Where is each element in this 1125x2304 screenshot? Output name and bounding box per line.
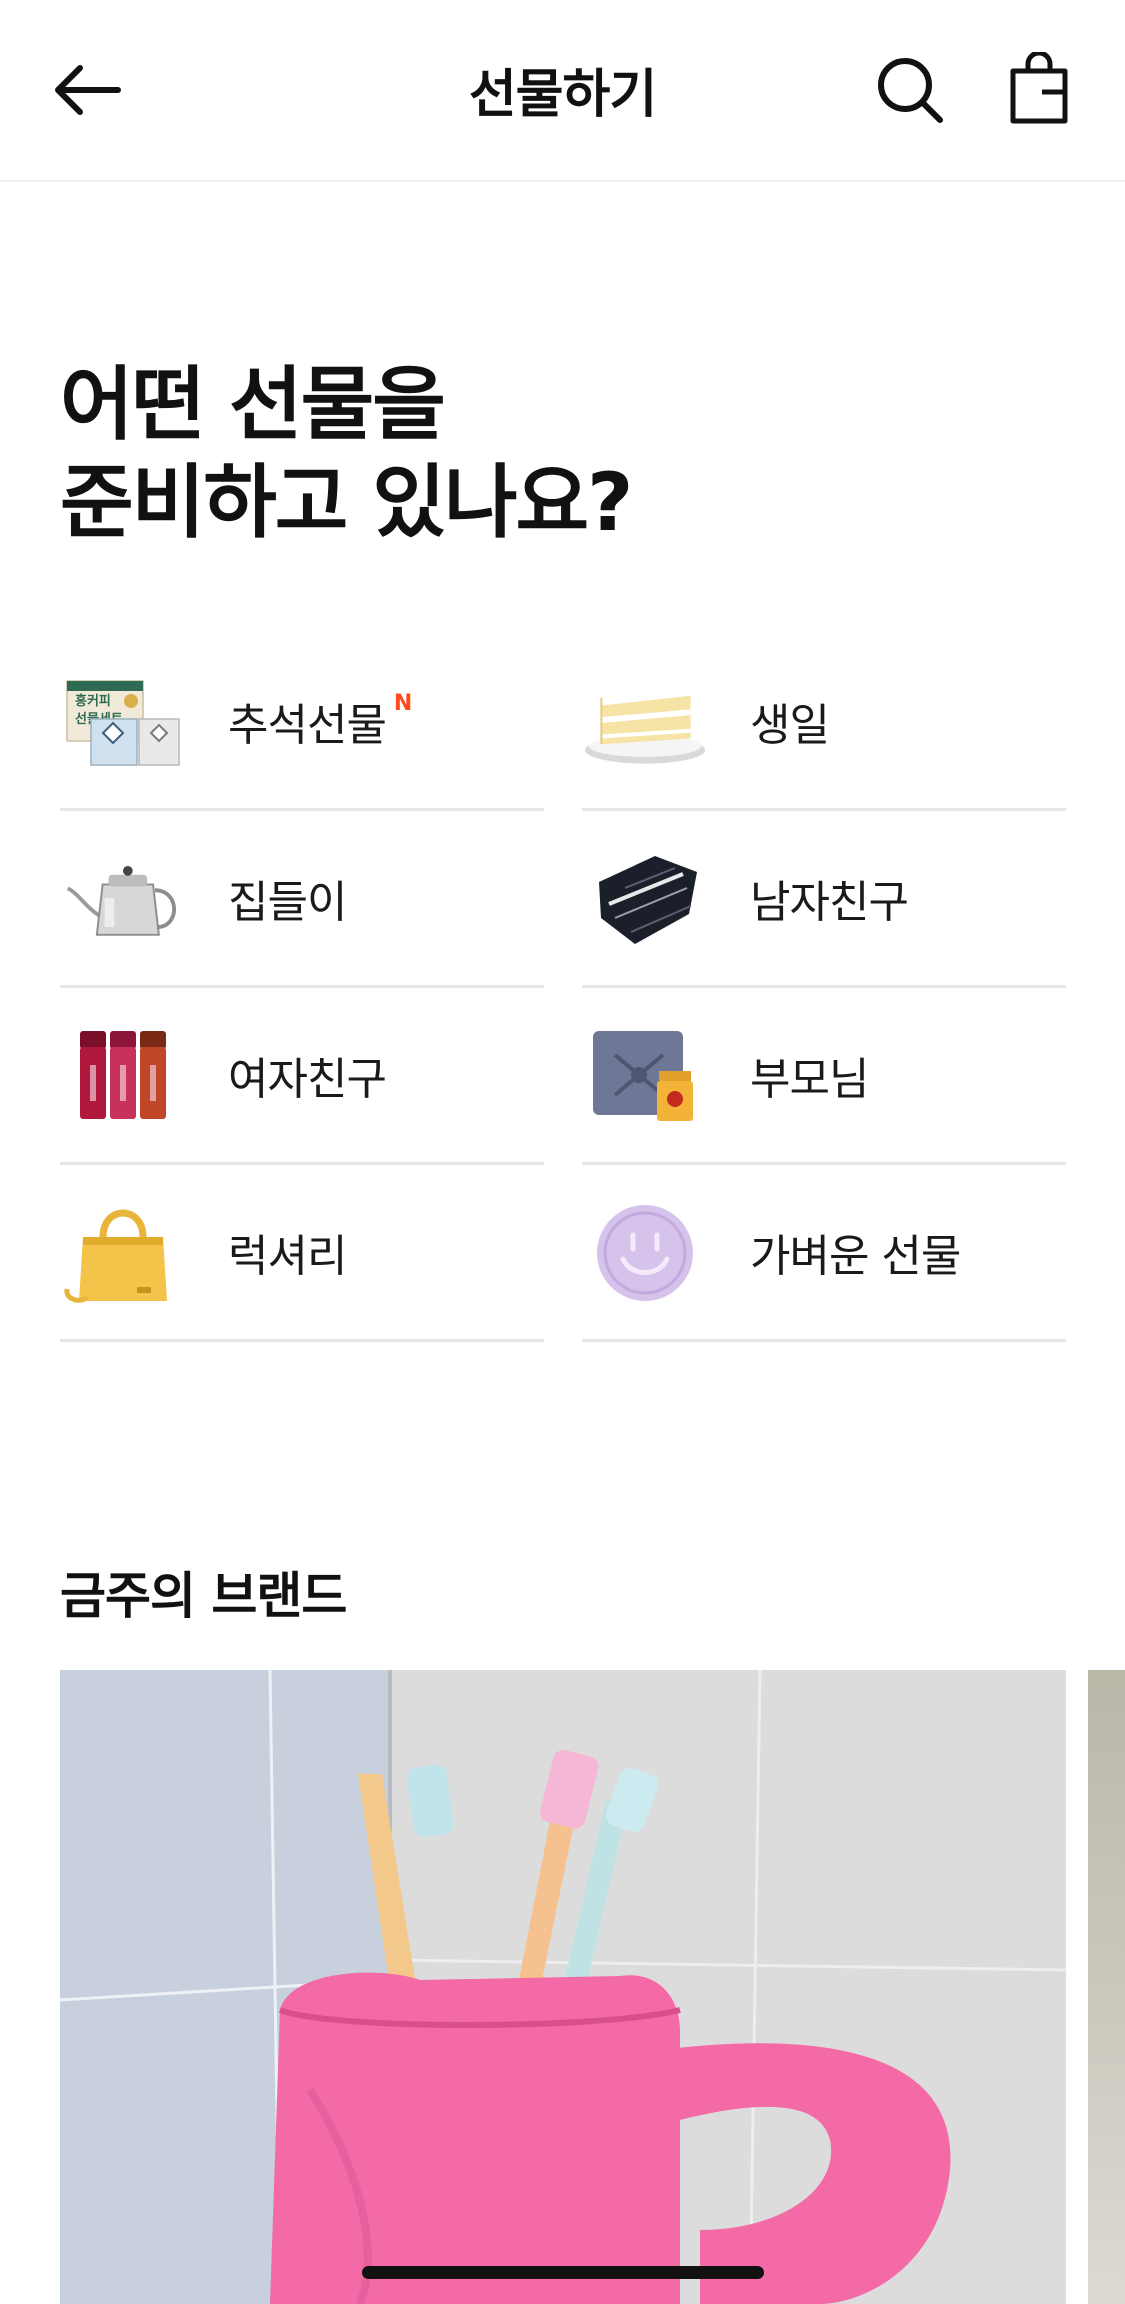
shopping-bag-button[interactable] — [1004, 50, 1074, 126]
heading-line-1: 어떤 선물을 — [60, 358, 446, 451]
main-heading: 어떤 선물을 준비하고 있나요? — [60, 356, 633, 552]
category-label: 집들이 — [228, 877, 347, 928]
home-indicator — [362, 2266, 764, 2279]
new-badge: N — [393, 690, 413, 716]
top-nav-bar: 선물하기 — [0, 0, 1125, 182]
category-label: 생일 — [750, 700, 830, 751]
section-title-weekly-brand: 금주의 브랜드 — [60, 1567, 347, 1625]
category-housewarming[interactable]: 집들이 — [60, 811, 544, 988]
wrapped-gift-honey-icon — [582, 1020, 708, 1130]
category-chuseok[interactable]: 흥커피 선물세트 추석선물 N — [60, 634, 544, 811]
gift-category-grid: 흥커피 선물세트 추석선물 N 생일 — [60, 634, 1066, 1342]
category-label: 여자친구 — [228, 1054, 387, 1105]
category-label: 추석선물 — [228, 700, 387, 751]
brand-banner-image — [60, 1670, 1066, 2304]
search-icon — [878, 58, 943, 123]
category-label: 럭셔리 — [228, 1231, 347, 1282]
necktie-icon — [582, 843, 708, 953]
kettle-icon — [60, 843, 186, 953]
next-brand-banner-peek[interactable] — [1088, 1670, 1125, 2304]
chuseok-thumb-text-1: 흥커피 — [75, 693, 111, 709]
category-label: 가벼운 선물 — [750, 1231, 961, 1282]
category-label: 남자친구 — [750, 877, 909, 928]
chuseok-gift-set-icon: 흥커피 선물세트 — [60, 666, 186, 776]
handbag-icon — [60, 1197, 186, 1307]
category-light-gift[interactable]: 가벼운 선물 — [582, 1165, 1066, 1342]
page-title: 선물하기 — [468, 65, 657, 125]
category-parents[interactable]: 부모님 — [582, 988, 1066, 1165]
category-birthday[interactable]: 생일 — [582, 634, 1066, 811]
search-button[interactable] — [876, 56, 946, 126]
shopping-bag-icon — [1010, 50, 1068, 124]
cake-slice-icon — [582, 666, 708, 776]
lip-tint-icon — [60, 1020, 186, 1130]
category-luxury[interactable]: 럭셔리 — [60, 1165, 544, 1342]
category-girlfriend[interactable]: 여자친구 — [60, 988, 544, 1165]
smiley-soap-icon — [582, 1197, 708, 1307]
heading-line-2: 준비하고 있나요? — [60, 456, 633, 549]
brand-banner[interactable] — [60, 1670, 1066, 2304]
category-boyfriend[interactable]: 남자친구 — [582, 811, 1066, 988]
category-label: 부모님 — [750, 1054, 869, 1105]
